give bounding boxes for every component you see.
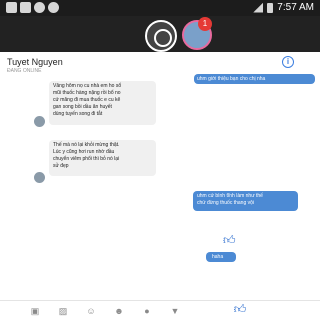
location-icon[interactable]: ▼ [170, 306, 180, 316]
contact-avatar [34, 172, 45, 183]
message-line: Thế mà nó lại khỏi mừng thật. [53, 142, 120, 148]
info-icon[interactable]: i [282, 56, 294, 68]
sticker-icon[interactable]: ☺ [86, 306, 96, 316]
message-line: chuyển viêm phổi thì bỏ nó lại [53, 156, 120, 162]
message-bubble-outgoing[interactable]: uhm giới thiệu bạn cho chị nha [194, 74, 315, 84]
notification-icon [48, 2, 59, 13]
message-line: uhm cứ bình tĩnh làm như thế [197, 193, 263, 199]
contact-avatar [34, 116, 45, 127]
message-bubble-incoming[interactable]: Vâng hôm nọ cu nhà em ho sổ mũi thuốc hà… [49, 81, 156, 125]
notification-icon [34, 2, 45, 13]
notification-icon [20, 2, 31, 13]
message-text: uhm giới thiệu bạn cho chị nha [197, 76, 266, 82]
camera-icon[interactable]: ▣ [30, 306, 40, 316]
status-icons-right: 7:57 AM [253, 2, 314, 13]
image-icon[interactable]: ▨ [58, 306, 68, 316]
message-line: cứ măng đi mua thuốc e cu kẽ [53, 97, 121, 103]
message-line: Lúc y cũng hơi run nhờ đầu [53, 149, 115, 155]
like-icon[interactable]: 👍︎ [223, 234, 236, 246]
message-bubble-outgoing[interactable]: uhm cứ bình tĩnh làm như thế chứ đừng th… [193, 191, 298, 211]
status-time: 7:57 AM [277, 2, 314, 13]
emoji-icon[interactable]: ☻ [114, 306, 124, 316]
message-line: gan song bồi dầu ăn huyết [53, 104, 112, 110]
message-line: Vâng hôm nọ cu nhà em ho sổ [53, 83, 122, 89]
message-line: sử đẹp [53, 163, 69, 169]
message-line: chứ đừng thuốc thang vội [197, 200, 255, 206]
contact-name[interactable]: Tuyet Nguyen [7, 57, 63, 67]
message-text: haha [212, 254, 224, 260]
message-line: mũi thuốc hàng nặng rồi bổ no [53, 90, 121, 96]
message-bubble-outgoing[interactable]: haha [206, 252, 236, 262]
message-composer[interactable]: ▣ ▨ ☺ ☻ ● ▼ [0, 300, 320, 320]
unread-badge: 1 [198, 17, 212, 31]
status-icons-left [6, 2, 59, 13]
message-bubble-incoming[interactable]: Thế mà nó lại khỏi mừng thật. Lúc y cũng… [49, 140, 156, 176]
message-list[interactable]: uhm giới thiệu bạn cho chị nha Vâng hôm … [0, 74, 320, 300]
notification-icon [6, 2, 17, 13]
microphone-icon[interactable]: ● [142, 306, 152, 316]
signal-icon [253, 2, 264, 13]
message-line: dùng tuyến song đi tắt [53, 111, 103, 117]
battery-icon [267, 2, 274, 13]
chat-head-active[interactable] [145, 20, 177, 52]
send-like-icon[interactable]: 👍︎ [233, 302, 247, 316]
status-bar: 7:57 AM [0, 0, 320, 16]
